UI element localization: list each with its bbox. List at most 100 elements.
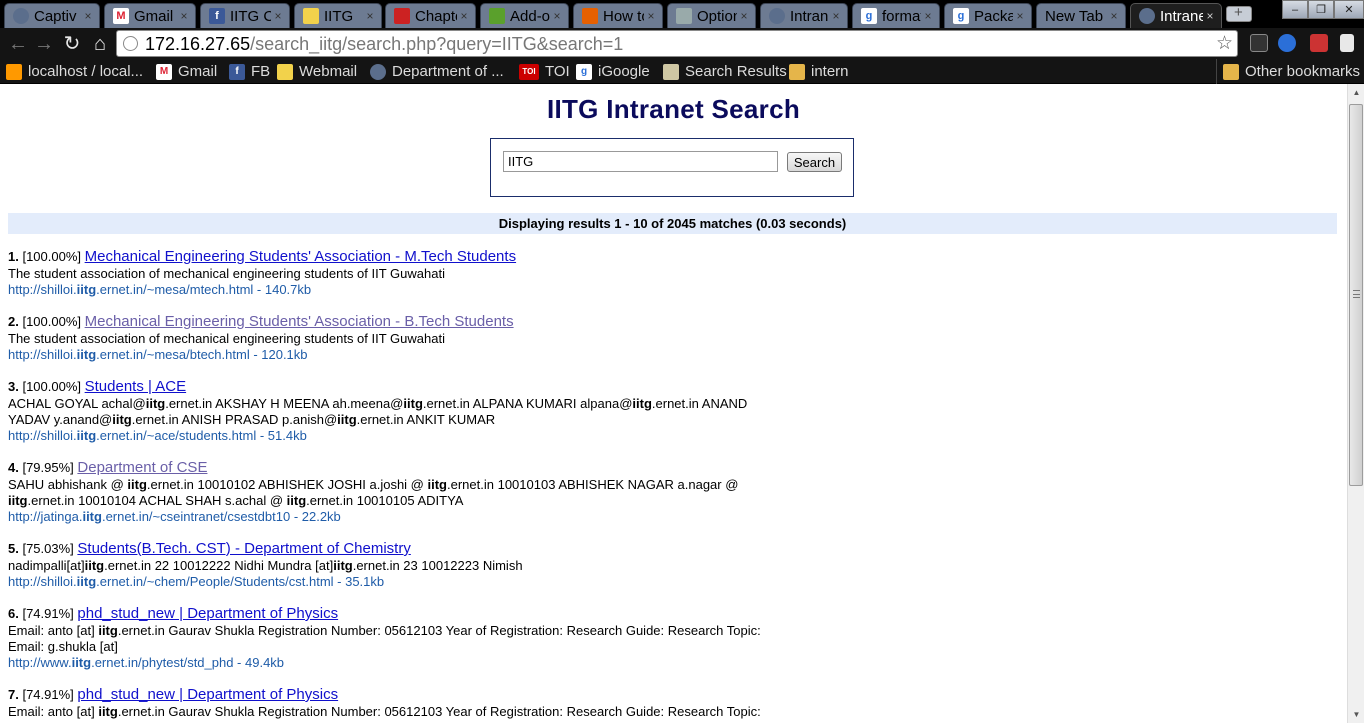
scroll-grip-icon bbox=[1353, 290, 1360, 298]
vertical-scrollbar[interactable]: ▲ ▼ bbox=[1347, 84, 1364, 723]
result-number: 7. bbox=[8, 687, 19, 702]
tab-3[interactable]: f IITG CS× bbox=[200, 3, 290, 28]
bookmark-label: Search Results bbox=[685, 63, 787, 80]
tab-12[interactable]: New Tab × bbox=[1036, 3, 1126, 28]
bookmark-star-icon[interactable]: ☆ bbox=[1216, 32, 1233, 55]
toi-icon: TOI bbox=[519, 63, 539, 80]
tab-11[interactable]: g Packag× bbox=[944, 3, 1032, 28]
tab-close-icon[interactable]: × bbox=[550, 9, 564, 23]
tab-title: Option bbox=[697, 7, 737, 25]
globe-icon bbox=[13, 8, 29, 24]
bug-icon bbox=[394, 8, 410, 24]
bookmark-item[interactable]: M Gmail bbox=[156, 62, 217, 81]
result-score: [100.00%] bbox=[18, 314, 85, 329]
search-button[interactable]: Search bbox=[787, 152, 842, 172]
bookmark-item[interactable]: Search Results bbox=[663, 62, 787, 81]
bookmark-item[interactable]: Webmail bbox=[277, 62, 357, 81]
reload-icon[interactable]: ↻ bbox=[60, 32, 84, 56]
result-score: [75.03%] bbox=[18, 541, 78, 556]
result-score: [74.91%] bbox=[18, 606, 78, 621]
tab-close-icon[interactable]: × bbox=[737, 9, 751, 23]
result-snippet: ACHAL GOYAL achal@iitg.ernet.in AKSHAY H… bbox=[8, 396, 748, 427]
tab-5[interactable]: Chapte× bbox=[385, 3, 476, 28]
tab-9[interactable]: Intrane× bbox=[760, 3, 848, 28]
result-title-link[interactable]: Students | ACE bbox=[85, 378, 186, 395]
forward-arrow-icon[interactable]: → bbox=[32, 32, 56, 56]
bookmark-item[interactable]: intern bbox=[789, 62, 849, 81]
tab-close-icon[interactable]: × bbox=[829, 9, 843, 23]
tab-close-icon[interactable]: × bbox=[1203, 9, 1217, 23]
tab-close-icon[interactable]: × bbox=[177, 9, 191, 23]
result-title-link[interactable]: phd_stud_new | Department of Physics bbox=[77, 605, 338, 622]
tab-title: Intrane bbox=[1160, 7, 1203, 25]
bookmark-item[interactable]: Department of ... bbox=[370, 62, 504, 81]
tab-title: Intrane bbox=[790, 7, 829, 25]
tab-1[interactable]: Captiv × bbox=[4, 3, 100, 28]
tab-7[interactable]: How to× bbox=[573, 3, 663, 28]
result-header: 7. [74.91%] phd_stud_new | Department of… bbox=[8, 687, 1108, 704]
home-icon[interactable]: ⌂ bbox=[88, 32, 112, 56]
back-arrow-icon[interactable]: ← bbox=[6, 32, 30, 56]
scroll-down-arrow-icon[interactable]: ▼ bbox=[1348, 706, 1364, 723]
result-url: http://www.iitg.ernet.in/phytest/std_phd… bbox=[8, 655, 285, 670]
result-header: 1. [100.00%] Mechanical Engineering Stud… bbox=[8, 249, 1108, 266]
result-snippet: Email: anto [at] iitg.ernet.in Gaurav Sh… bbox=[8, 623, 761, 654]
tab-close-icon[interactable]: × bbox=[457, 9, 471, 23]
gmail-icon: M bbox=[156, 63, 172, 80]
result-header: 3. [100.00%] Students | ACE bbox=[8, 379, 1108, 396]
iitg-icon bbox=[303, 8, 319, 24]
bookmark-item[interactable]: f FB bbox=[229, 62, 270, 81]
maximize-button[interactable]: ❐ bbox=[1308, 0, 1334, 19]
globe-icon bbox=[769, 8, 785, 24]
minimize-button[interactable]: – bbox=[1282, 0, 1308, 19]
wrench-menu-icon[interactable] bbox=[1340, 34, 1354, 52]
tab-close-icon[interactable]: × bbox=[1107, 9, 1121, 23]
address-bar[interactable]: 172.16.27.65/search_iitg/search.php?quer… bbox=[116, 30, 1238, 57]
tab-4[interactable]: IITG × bbox=[294, 3, 382, 28]
tab-13[interactable]: Intrane × bbox=[1130, 3, 1222, 28]
globe-extension-icon[interactable] bbox=[1278, 34, 1296, 52]
result-title-link[interactable]: phd_stud_new | Department of Physics bbox=[77, 686, 338, 703]
bookmark-label: intern bbox=[811, 63, 849, 80]
tab-close-icon[interactable]: × bbox=[644, 9, 658, 23]
result-number: 4. bbox=[8, 460, 19, 475]
scroll-thumb[interactable] bbox=[1349, 104, 1363, 486]
result-score: [100.00%] bbox=[18, 249, 85, 264]
result-title-link[interactable]: Mechanical Engineering Students' Associa… bbox=[85, 248, 516, 265]
wrench-icon bbox=[676, 8, 692, 24]
tab-title: Packag bbox=[974, 7, 1013, 25]
facebook-icon: f bbox=[229, 63, 245, 80]
tab-2[interactable]: M Gmail × bbox=[104, 3, 196, 28]
bookmark-label: iGoogle bbox=[598, 63, 650, 80]
tab-close-icon[interactable]: × bbox=[271, 9, 285, 23]
result-title-link[interactable]: Students(B.Tech. CST) - Department of Ch… bbox=[77, 540, 410, 557]
tab-close-icon[interactable]: × bbox=[363, 9, 377, 23]
extension-red-icon[interactable] bbox=[1310, 34, 1328, 52]
search-result: 6. [74.91%] phd_stud_new | Department of… bbox=[8, 606, 1108, 671]
page-info-icon[interactable] bbox=[123, 36, 138, 51]
result-title-link[interactable]: Department of CSE bbox=[77, 459, 207, 476]
bookmark-item[interactable]: TOI TOI bbox=[519, 62, 570, 81]
tab-title: New Tab bbox=[1045, 7, 1104, 25]
other-bookmarks[interactable]: Other bookmarks bbox=[1216, 59, 1360, 84]
tab-close-icon[interactable]: × bbox=[921, 9, 935, 23]
search-result: 5. [75.03%] Students(B.Tech. CST) - Depa… bbox=[8, 541, 1108, 590]
result-number: 3. bbox=[8, 379, 19, 394]
bookmarks-bar: localhost / local... M Gmail f FB Webmail Depa… bbox=[0, 59, 1364, 84]
result-url: http://jatinga.iitg.ernet.in/~cseintrane… bbox=[8, 509, 341, 524]
tab-close-icon[interactable]: × bbox=[81, 9, 95, 23]
bookmark-item[interactable]: localhost / local... bbox=[6, 62, 143, 81]
bookmark-item[interactable]: g iGoogle bbox=[576, 62, 650, 81]
result-title-link[interactable]: Mechanical Engineering Students' Associa… bbox=[85, 313, 514, 330]
close-window-button[interactable]: ✕ bbox=[1334, 0, 1364, 19]
tab-close-icon[interactable]: × bbox=[1013, 9, 1027, 23]
search-input[interactable] bbox=[503, 151, 778, 172]
extension-icon[interactable] bbox=[1250, 34, 1268, 52]
tab-6[interactable]: Add-o × bbox=[480, 3, 569, 28]
result-header: 2. [100.00%] Mechanical Engineering Stud… bbox=[8, 314, 1108, 331]
tab-10[interactable]: g format × bbox=[852, 3, 940, 28]
scroll-up-arrow-icon[interactable]: ▲ bbox=[1348, 84, 1364, 101]
bookmark-label: TOI bbox=[545, 63, 570, 80]
new-tab-button[interactable] bbox=[1226, 4, 1252, 22]
tab-8[interactable]: Option × bbox=[667, 3, 756, 28]
